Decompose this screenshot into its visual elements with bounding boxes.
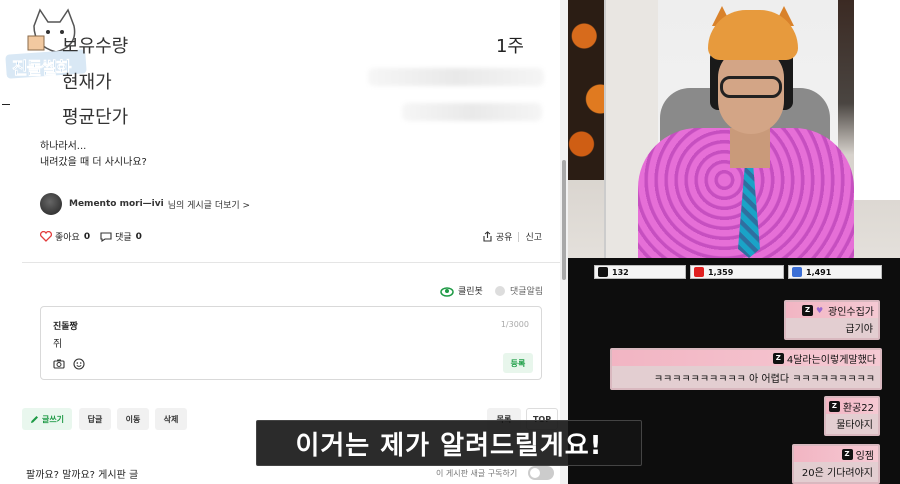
chzzk-badge-icon: Z — [802, 304, 813, 316]
heart-icon — [40, 231, 52, 242]
share-button[interactable]: 공유 — [482, 230, 513, 243]
streamer-neck — [730, 128, 770, 168]
commenter-name: 진돌짱 — [53, 322, 78, 332]
scroll-thumb[interactable] — [562, 160, 566, 280]
chat-text: ㅋㅋㅋㅋㅋㅋㅋㅋㅋㅋ 아 어렵다 ㅋㅋㅋㅋㅋㅋㅋㅋㅋ — [653, 374, 875, 385]
write-button[interactable]: 글쓰기 — [22, 408, 72, 430]
stat-value: 1,359 — [708, 267, 734, 277]
comment-tools — [53, 358, 85, 370]
like-button[interactable]: 좋아요 0 — [40, 230, 90, 243]
board-footer-title[interactable]: 팔까요? 말까요? 게시판 글 — [26, 466, 138, 481]
avatar — [40, 193, 62, 215]
post-actions: 좋아요 0 댓글 0 — [40, 230, 142, 243]
share-report-group: 공유 신고 — [482, 230, 542, 243]
chat-username: 잉젬 — [855, 450, 874, 462]
stat-viewers: 1,491 — [788, 265, 882, 279]
cleanbot-label: 클린봇 — [458, 287, 483, 297]
stat-value: 1,491 — [806, 267, 832, 277]
comment-input[interactable]: 쥐 — [53, 335, 62, 350]
author-name: Memento mori—ivi — [69, 199, 164, 209]
chzzk-badge-icon: Z — [772, 352, 784, 364]
chat-text: 20은 기다려야지 — [801, 468, 873, 479]
stat-value: 132 — [612, 267, 629, 277]
comment-label: 댓글 — [115, 233, 132, 243]
chat-user: Z 잉젬 — [794, 446, 878, 462]
comment-box[interactable]: 진돌짱 1/3000 쥐 등록 — [40, 306, 542, 380]
blurred-current-price — [368, 68, 544, 86]
scrollbar[interactable] — [560, 0, 568, 484]
table-value-holdings: 1주 — [495, 36, 524, 57]
divider — [22, 262, 562, 263]
heart-badge-icon: ♥ — [816, 305, 824, 315]
like-label: 좋아요 — [55, 233, 80, 243]
like-count: 0 — [83, 231, 91, 242]
emoji-icon[interactable] — [73, 358, 85, 370]
subscribe-label: 이 게시판 새글 구독하기 — [436, 469, 518, 478]
reply-button[interactable]: 답글 — [79, 408, 111, 430]
write-label: 글쓰기 — [41, 414, 65, 424]
author-link[interactable]: Memento mori—ivi 님의 게시글 더보기 > — [40, 193, 250, 215]
text-cursor — [2, 104, 10, 105]
comment-alert-label: 댓글알림 — [510, 287, 544, 297]
chat-user: Z ♥ 광인수집가 — [786, 302, 878, 318]
submit-comment-button[interactable]: 등록 — [503, 353, 533, 373]
table-label-holdings: 보유수량 — [62, 36, 129, 57]
chat-message: Z 환공22 물타야지 — [824, 396, 880, 436]
comment-icon — [100, 232, 112, 242]
move-button[interactable]: 이동 — [117, 408, 149, 430]
bell-icon — [495, 285, 505, 296]
table-label-average-price: 평균단가 — [62, 107, 129, 128]
chat-message: Z ♥ 광인수집가 급기야 — [784, 300, 880, 340]
chat-text: 급기야 — [845, 324, 873, 335]
chat-user: Z 4달라는이렇게말했다 — [612, 350, 880, 366]
chat-user: Z 환공22 — [826, 398, 878, 414]
stat-chzzk: 132 — [594, 265, 686, 279]
browser-pane: 진돌썰화 보유수량 1주 현재가 평균단가 하나라서... 내려갔을 때 더 사… — [0, 0, 568, 484]
post-body-line: 내려갔을 때 더 사시나요? — [40, 157, 147, 168]
chzzk-icon — [598, 267, 608, 277]
plush-toy — [854, 0, 900, 200]
blurred-average-price — [402, 103, 542, 121]
share-icon — [483, 231, 492, 242]
chat-text: 물타야지 — [836, 420, 873, 431]
stat-youtube: 1,359 — [690, 265, 784, 279]
glasses — [720, 76, 782, 98]
comment-button[interactable]: 댓글 0 — [100, 230, 142, 243]
youtube-icon — [694, 267, 704, 277]
table-label-current-price: 현재가 — [62, 72, 112, 93]
viewer-icon — [792, 267, 802, 277]
camera-icon[interactable] — [53, 358, 65, 369]
subscribe-toggle[interactable] — [528, 466, 554, 480]
comment-alert-toggle[interactable]: 댓글알림 — [494, 284, 543, 297]
share-label: 공유 — [495, 233, 513, 243]
comment-count: 0 — [135, 231, 142, 242]
cleanbot-toggle[interactable]: 클린봇 — [440, 284, 483, 297]
webcam-feed — [568, 0, 900, 258]
chat-username: 광인수집가 — [828, 306, 874, 318]
report-button[interactable]: 신고 — [525, 230, 542, 243]
chat-message: Z 4달라는이렇게말했다 ㅋㅋㅋㅋㅋㅋㅋㅋㅋㅋ 아 어렵다 ㅋㅋㅋㅋㅋㅋㅋㅋㅋ — [610, 348, 882, 390]
stream-pane: 132 1,359 1,491 Z ♥ 광인수집가 급기야 Z 4달라는이렇게말… — [568, 0, 900, 484]
viewer-stats: 132 1,359 1,491 — [594, 265, 882, 279]
video-subtitle: 이거는 제가 알려드릴게요! — [256, 420, 642, 466]
chat-username: 4달라는이렇게말했다 — [786, 354, 876, 366]
delete-button[interactable]: 삭제 — [155, 408, 187, 430]
chat-username: 환공22 — [842, 402, 874, 414]
author-more-posts: 님의 게시글 더보기 > — [167, 200, 251, 211]
chzzk-badge-icon: Z — [828, 400, 840, 412]
char-counter: 1/3000 — [500, 320, 529, 329]
cleanbot-icon — [440, 286, 454, 297]
chat-message: Z 잉젬 20은 기다려야지 — [792, 444, 880, 484]
pencil-icon — [30, 415, 38, 423]
chzzk-badge-icon: Z — [841, 448, 853, 460]
post-body-line: 하나라서... — [40, 141, 87, 152]
